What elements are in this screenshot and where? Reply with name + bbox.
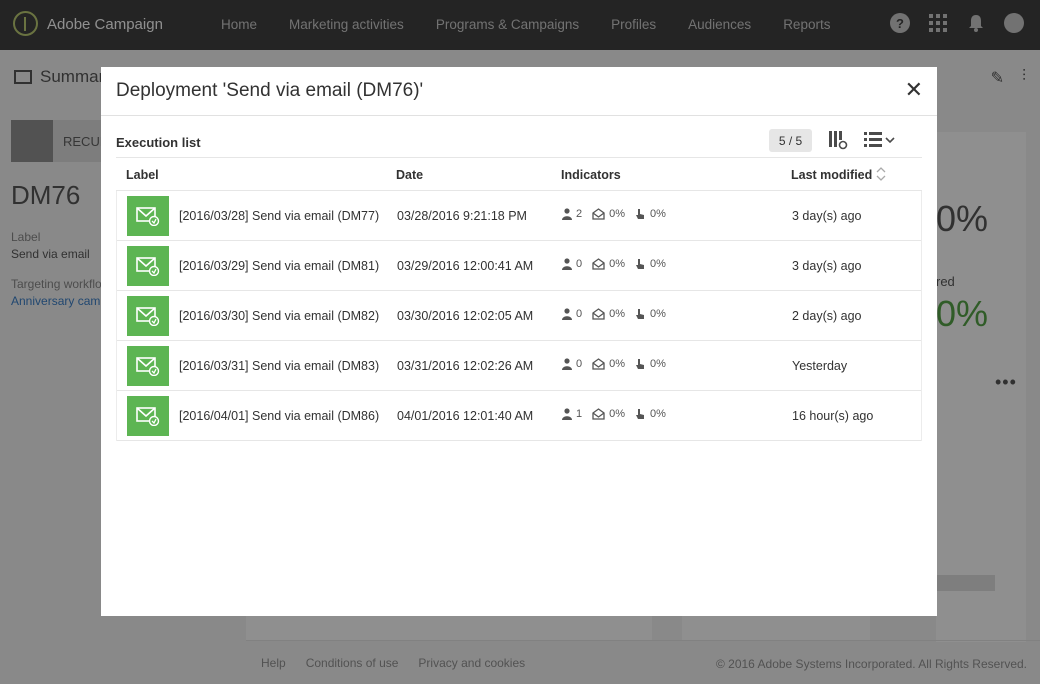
col-indicators[interactable]: Indicators [561, 168, 621, 182]
person-icon [562, 208, 572, 220]
col-label[interactable]: Label [126, 168, 159, 182]
indicator-targets: 2 [576, 208, 583, 220]
indicator-clicks: 0% [650, 358, 666, 370]
indicator-clicks: 0% [650, 258, 666, 270]
row-indicators: 1 0% 0% [562, 408, 666, 420]
row-indicators: 0 0% 0% [562, 258, 666, 270]
row-date: 03/29/2016 12:00:41 AM [397, 259, 534, 273]
col-date[interactable]: Date [396, 168, 423, 182]
indicator-opens: 0% [609, 208, 626, 220]
row-label[interactable]: [2016/03/29] Send via email (DM81) [179, 259, 379, 273]
table-row[interactable]: [2016/04/01] Send via email (DM86) 04/01… [117, 391, 921, 441]
row-last-modified: Yesterday [792, 359, 848, 373]
click-hand-icon [636, 309, 645, 319]
indicator-opens: 0% [609, 308, 626, 320]
person-icon [562, 258, 572, 270]
row-label[interactable]: [2016/03/30] Send via email (DM82) [179, 309, 379, 323]
row-indicators: 0 0% 0% [562, 308, 666, 320]
indicator-clicks: 0% [650, 208, 666, 220]
row-label[interactable]: [2016/03/28] Send via email (DM77) [179, 209, 379, 223]
execution-list-title: Execution list [116, 135, 201, 150]
person-icon [562, 358, 572, 370]
click-hand-icon [636, 259, 645, 269]
indicator-clicks: 0% [650, 308, 666, 320]
indicator-opens: 0% [609, 358, 626, 370]
email-delivery-icon [127, 296, 169, 336]
row-indicators: 2 0% 0% [562, 208, 666, 220]
row-date: 03/31/2016 12:02:26 AM [397, 359, 534, 373]
row-last-modified: 2 day(s) ago [792, 309, 862, 323]
email-delivery-icon [127, 396, 169, 436]
table-row[interactable]: [2016/03/30] Send via email (DM82) 03/30… [117, 291, 921, 341]
row-last-modified: 16 hour(s) ago [792, 409, 874, 423]
open-envelope-icon [592, 258, 605, 270]
table-header: Label Date Indicators Last modified [116, 157, 922, 191]
row-last-modified: 3 day(s) ago [792, 259, 862, 273]
person-icon [562, 408, 572, 420]
indicator-clicks: 0% [650, 408, 666, 420]
indicator-targets: 0 [576, 308, 583, 320]
click-hand-icon [636, 359, 645, 369]
col-last-modified[interactable]: Last modified [791, 168, 872, 182]
row-counter: 5 / 5 [769, 129, 812, 152]
deployment-modal: Deployment 'Send via email (DM76)' ✕ Exe… [101, 67, 937, 616]
email-delivery-icon [127, 196, 169, 236]
column-config-icon[interactable] [828, 130, 848, 150]
row-last-modified: 3 day(s) ago [792, 209, 862, 223]
modal-title: Deployment 'Send via email (DM76)' [116, 80, 424, 101]
table-body: [2016/03/28] Send via email (DM77) 03/28… [116, 191, 922, 441]
open-envelope-icon [592, 408, 605, 420]
click-hand-icon [636, 209, 645, 219]
person-icon [562, 308, 572, 320]
indicator-targets: 1 [576, 408, 583, 420]
click-hand-icon [636, 409, 645, 419]
row-label[interactable]: [2016/04/01] Send via email (DM86) [179, 409, 379, 423]
open-envelope-icon [592, 308, 605, 320]
email-delivery-icon [127, 246, 169, 286]
open-envelope-icon [592, 358, 605, 370]
indicator-opens: 0% [609, 258, 626, 270]
execution-table: Label Date Indicators Last modified [201… [116, 157, 922, 441]
indicator-targets: 0 [576, 358, 583, 370]
table-row[interactable]: [2016/03/28] Send via email (DM77) 03/28… [117, 191, 921, 241]
indicator-targets: 0 [576, 258, 583, 270]
row-date: 03/30/2016 12:02:05 AM [397, 309, 534, 323]
sort-icon[interactable] [876, 167, 886, 181]
row-label[interactable]: [2016/03/31] Send via email (DM83) [179, 359, 379, 373]
list-view-icon[interactable] [864, 131, 896, 149]
table-row[interactable]: [2016/03/31] Send via email (DM83) 03/31… [117, 341, 921, 391]
close-icon[interactable]: ✕ [905, 79, 923, 101]
indicator-opens: 0% [609, 408, 626, 420]
open-envelope-icon [592, 208, 605, 220]
row-indicators: 0 0% 0% [562, 358, 666, 370]
row-date: 03/28/2016 9:21:18 PM [397, 209, 527, 223]
row-date: 04/01/2016 12:01:40 AM [397, 409, 534, 423]
modal-header: Deployment 'Send via email (DM76)' ✕ [101, 67, 937, 116]
table-row[interactable]: [2016/03/29] Send via email (DM81) 03/29… [117, 241, 921, 291]
email-delivery-icon [127, 346, 169, 386]
